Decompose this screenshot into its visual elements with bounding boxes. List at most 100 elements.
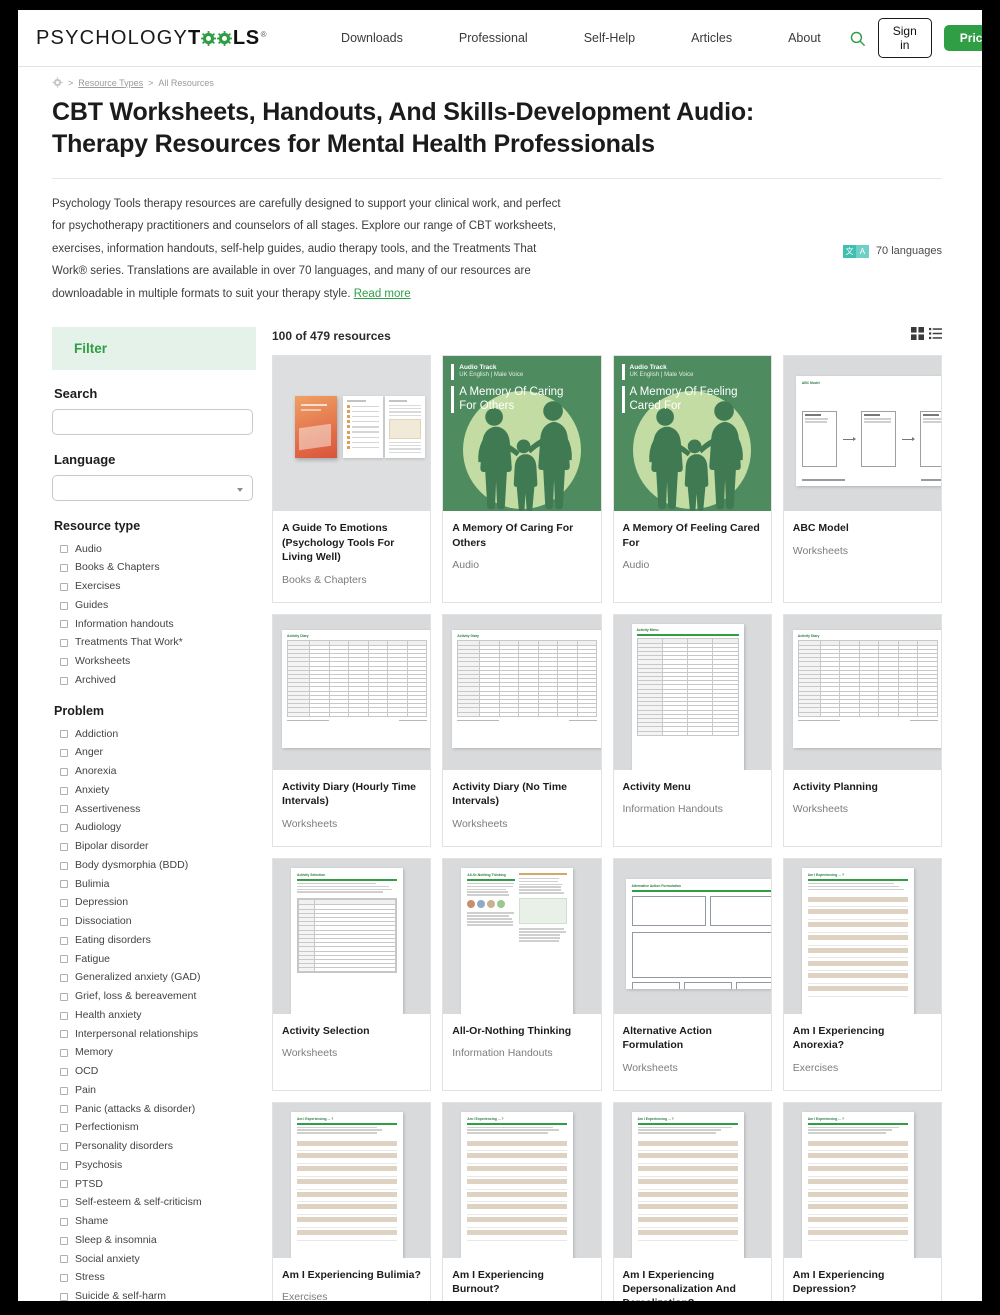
filter-option-guides[interactable]: Guides	[52, 596, 256, 615]
nav-item-professional[interactable]: Professional	[431, 31, 556, 45]
resource-thumbnail[interactable]: Activity Menu	[614, 615, 771, 770]
checkbox[interactable]	[60, 899, 68, 907]
grid-view-icon[interactable]	[911, 327, 924, 345]
filter-option-interpersonal-relationships[interactable]: Interpersonal relationships	[52, 1025, 256, 1044]
checkbox[interactable]	[60, 639, 68, 647]
resource-card[interactable]: Alternative Action Formulation Alternativ…	[613, 858, 772, 1091]
nav-item-self-help[interactable]: Self-Help	[556, 31, 663, 45]
filter-option-generalized-anxiety-gad[interactable]: Generalized anxiety (GAD)	[52, 969, 256, 988]
filter-option-bipolar-disorder[interactable]: Bipolar disorder	[52, 838, 256, 857]
resource-thumbnail[interactable]: Am I Experiencing ... ?	[784, 1103, 941, 1258]
checkbox[interactable]	[60, 1255, 68, 1263]
checkbox[interactable]	[60, 787, 68, 795]
nav-item-about[interactable]: About	[760, 31, 849, 45]
filter-option-grief-loss-bereavement[interactable]: Grief, loss & bereavement	[52, 988, 256, 1007]
resource-card[interactable]: ABC Model ABC Model Worksheets	[783, 355, 942, 602]
checkbox[interactable]	[60, 974, 68, 982]
checkbox[interactable]	[60, 1162, 68, 1170]
resource-thumbnail[interactable]: Alternative Action Formulation	[614, 859, 771, 1014]
filter-option-suicide-self-harm[interactable]: Suicide & self-harm	[52, 1288, 256, 1301]
filter-option-sleep-insomnia[interactable]: Sleep & insomnia	[52, 1231, 256, 1250]
filter-option-dissociation[interactable]: Dissociation	[52, 913, 256, 932]
checkbox[interactable]	[60, 1124, 68, 1132]
filter-option-stress[interactable]: Stress	[52, 1269, 256, 1288]
resource-card[interactable]: Activity Menu Activity Menu Information Ha…	[613, 614, 772, 847]
checkbox[interactable]	[60, 1218, 68, 1226]
filter-option-ocd[interactable]: OCD	[52, 1063, 256, 1082]
nav-item-articles[interactable]: Articles	[663, 31, 760, 45]
resource-thumbnail[interactable]: Am I Experiencing ... ?	[614, 1103, 771, 1258]
checkbox[interactable]	[60, 1143, 68, 1151]
resource-thumbnail[interactable]: Am I Experiencing ... ?	[443, 1103, 600, 1258]
checkbox[interactable]	[60, 583, 68, 591]
resource-card[interactable]: Am I Experiencing ... ? Am I Experiencing…	[442, 1102, 601, 1302]
resource-card[interactable]: Activity Diary Activity Diary (No Time In…	[442, 614, 601, 847]
checkbox[interactable]	[60, 749, 68, 757]
checkbox[interactable]	[60, 862, 68, 870]
resource-thumbnail[interactable]	[273, 356, 430, 511]
checkbox[interactable]	[60, 918, 68, 926]
checkbox[interactable]	[60, 880, 68, 888]
checkbox[interactable]	[60, 620, 68, 628]
checkbox[interactable]	[60, 1237, 68, 1245]
filter-option-panic-attacks-disorder[interactable]: Panic (attacks & disorder)	[52, 1100, 256, 1119]
sign-in-button[interactable]: Sign in	[878, 18, 932, 58]
filter-option-social-anxiety[interactable]: Social anxiety	[52, 1250, 256, 1269]
checkbox[interactable]	[60, 993, 68, 1001]
checkbox[interactable]	[60, 602, 68, 610]
search-icon[interactable]	[849, 30, 866, 47]
resource-thumbnail[interactable]: Audio Track UK English | Male Voice A Memo…	[443, 356, 600, 511]
checkbox[interactable]	[60, 768, 68, 776]
resource-card[interactable]: A Guide To Emotions (Psychology Tools Fo…	[272, 355, 431, 602]
filter-option-self-esteem-self-criticism[interactable]: Self-esteem & self-criticism	[52, 1194, 256, 1213]
resource-thumbnail[interactable]: Am I Experiencing ... ?	[784, 859, 941, 1014]
checkbox[interactable]	[60, 1012, 68, 1020]
filter-option-worksheets[interactable]: Worksheets	[52, 653, 256, 672]
breadcrumb-item-resource-types[interactable]: Resource Types	[78, 78, 143, 88]
resource-thumbnail[interactable]: Activity Diary	[443, 615, 600, 770]
pricing-button[interactable]: Pricing	[944, 25, 982, 51]
gear-icon[interactable]	[52, 77, 63, 88]
checkbox[interactable]	[60, 824, 68, 832]
language-select[interactable]	[52, 475, 253, 501]
checkbox[interactable]	[60, 564, 68, 572]
checkbox[interactable]	[60, 1087, 68, 1095]
filter-option-personality-disorders[interactable]: Personality disorders	[52, 1138, 256, 1157]
filter-option-audiology[interactable]: Audiology	[52, 819, 256, 838]
filter-option-assertiveness[interactable]: Assertiveness	[52, 800, 256, 819]
filter-option-body-dysmorphia-bdd[interactable]: Body dysmorphia (BDD)	[52, 856, 256, 875]
resource-card[interactable]: All-Or-Nothing Thinking All-Or-Nothing Th…	[442, 858, 601, 1091]
filter-option-pain[interactable]: Pain	[52, 1081, 256, 1100]
list-view-icon[interactable]	[929, 327, 942, 345]
checkbox[interactable]	[60, 1274, 68, 1282]
resource-card[interactable]: Activity Diary Activity Diary (Hourly Tim…	[272, 614, 431, 847]
resource-card[interactable]: Am I Experiencing ... ? Am I Experiencing…	[783, 858, 942, 1091]
checkbox[interactable]	[60, 843, 68, 851]
checkbox[interactable]	[60, 937, 68, 945]
filter-option-psychosis[interactable]: Psychosis	[52, 1156, 256, 1175]
filter-option-memory[interactable]: Memory	[52, 1044, 256, 1063]
checkbox[interactable]	[60, 1180, 68, 1188]
resource-card[interactable]: Audio Track UK English | Male Voice A Memo…	[613, 355, 772, 602]
checkbox[interactable]	[60, 1030, 68, 1038]
filter-option-addiction[interactable]: Addiction	[52, 725, 256, 744]
checkbox[interactable]	[60, 1068, 68, 1076]
resource-card[interactable]: Audio Track UK English | Male Voice A Memo…	[442, 355, 601, 602]
resource-thumbnail[interactable]: Activity Diary	[784, 615, 941, 770]
nav-item-downloads[interactable]: Downloads	[313, 31, 431, 45]
resource-card[interactable]: Activity Selection Activity Selection Work…	[272, 858, 431, 1091]
filter-option-archived[interactable]: Archived	[52, 671, 256, 690]
resource-card[interactable]: Am I Experiencing ... ? Am I Experiencing…	[272, 1102, 431, 1302]
checkbox[interactable]	[60, 545, 68, 553]
filter-option-eating-disorders[interactable]: Eating disorders	[52, 931, 256, 950]
resource-thumbnail[interactable]: ABC Model	[784, 356, 941, 511]
checkbox[interactable]	[60, 730, 68, 738]
checkbox[interactable]	[60, 1293, 68, 1301]
checkbox[interactable]	[60, 658, 68, 666]
filter-option-bulimia[interactable]: Bulimia	[52, 875, 256, 894]
resource-thumbnail[interactable]: Activity Diary	[273, 615, 430, 770]
read-more-link[interactable]: Read more	[354, 288, 411, 300]
checkbox[interactable]	[60, 1049, 68, 1057]
resource-card[interactable]: Activity Diary Activity Planning Worksheet…	[783, 614, 942, 847]
filter-option-information-handouts[interactable]: Information handouts	[52, 615, 256, 634]
